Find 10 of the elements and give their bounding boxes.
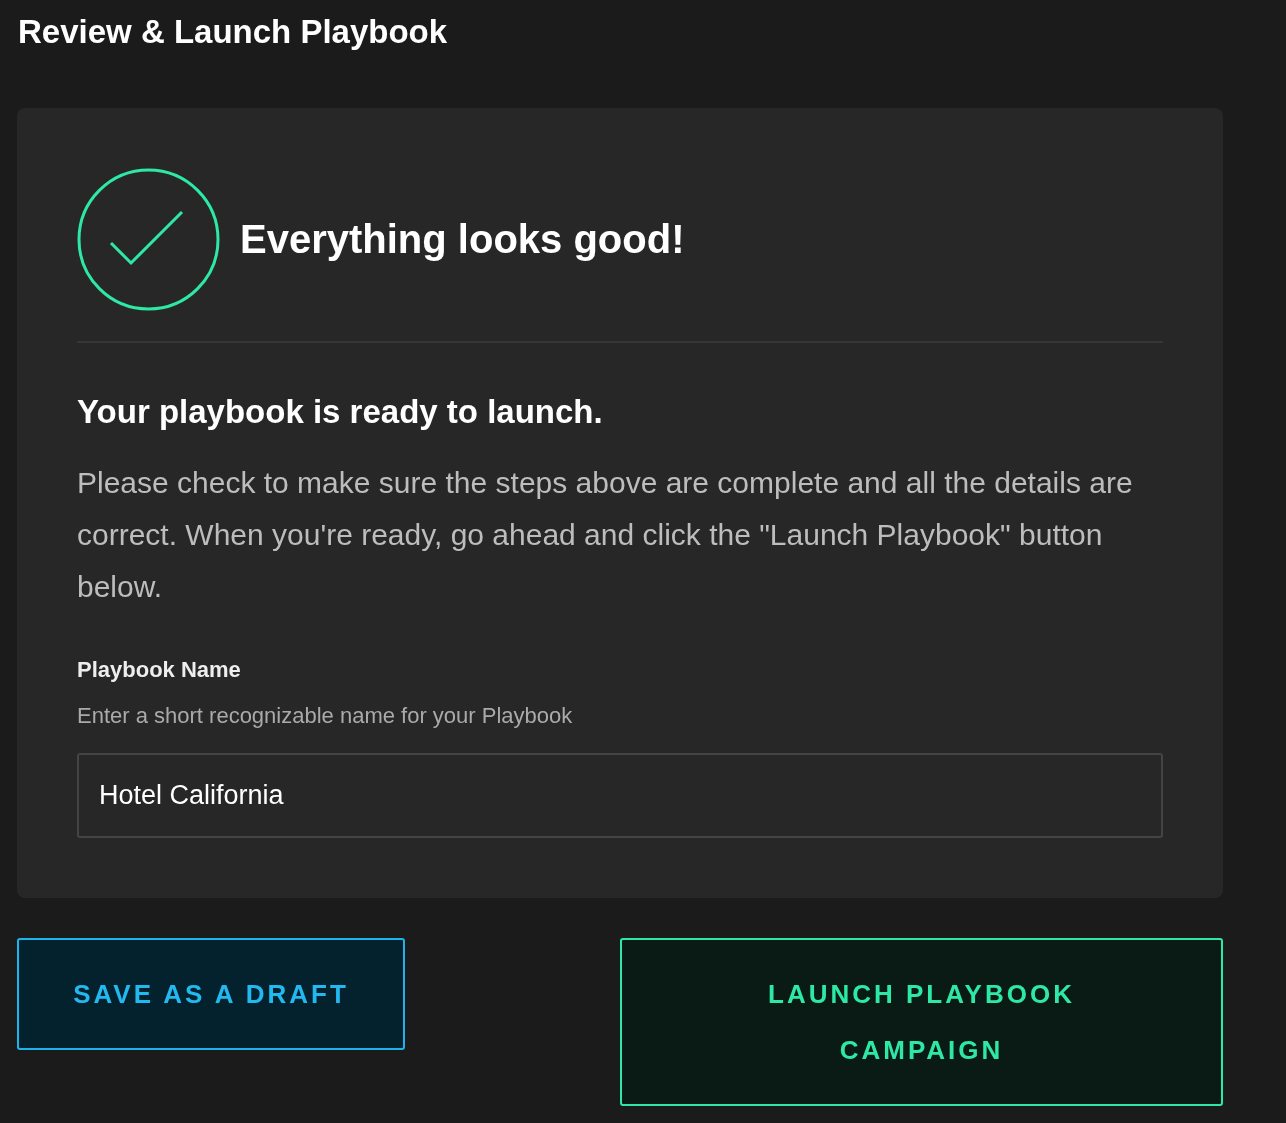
name-input-field[interactable]: Hotel California	[77, 753, 1163, 838]
message-text: Please check to make sure the steps above are complete and all the details are correct. When you're ready, go ahead and click the "Launch Playbook" button below.	[77, 465, 1134, 605]
status-heading: Everything looks good!	[240, 217, 685, 262]
message-heading: Your playbook is ready to launch.	[77, 393, 604, 431]
field-label: Playbook Name	[77, 657, 241, 683]
field-hint: Enter a short recognizable name for your Playbook	[77, 703, 574, 729]
save-draft-button[interactable]: SAVE AS A DRAFT	[17, 938, 405, 1050]
checkmark-icon	[77, 168, 220, 311]
launch-button[interactable]: LAUNCH PLAYBOOK CAMPAIGN	[620, 938, 1223, 1106]
page-title: Review & Launch Playbook	[18, 12, 448, 52]
